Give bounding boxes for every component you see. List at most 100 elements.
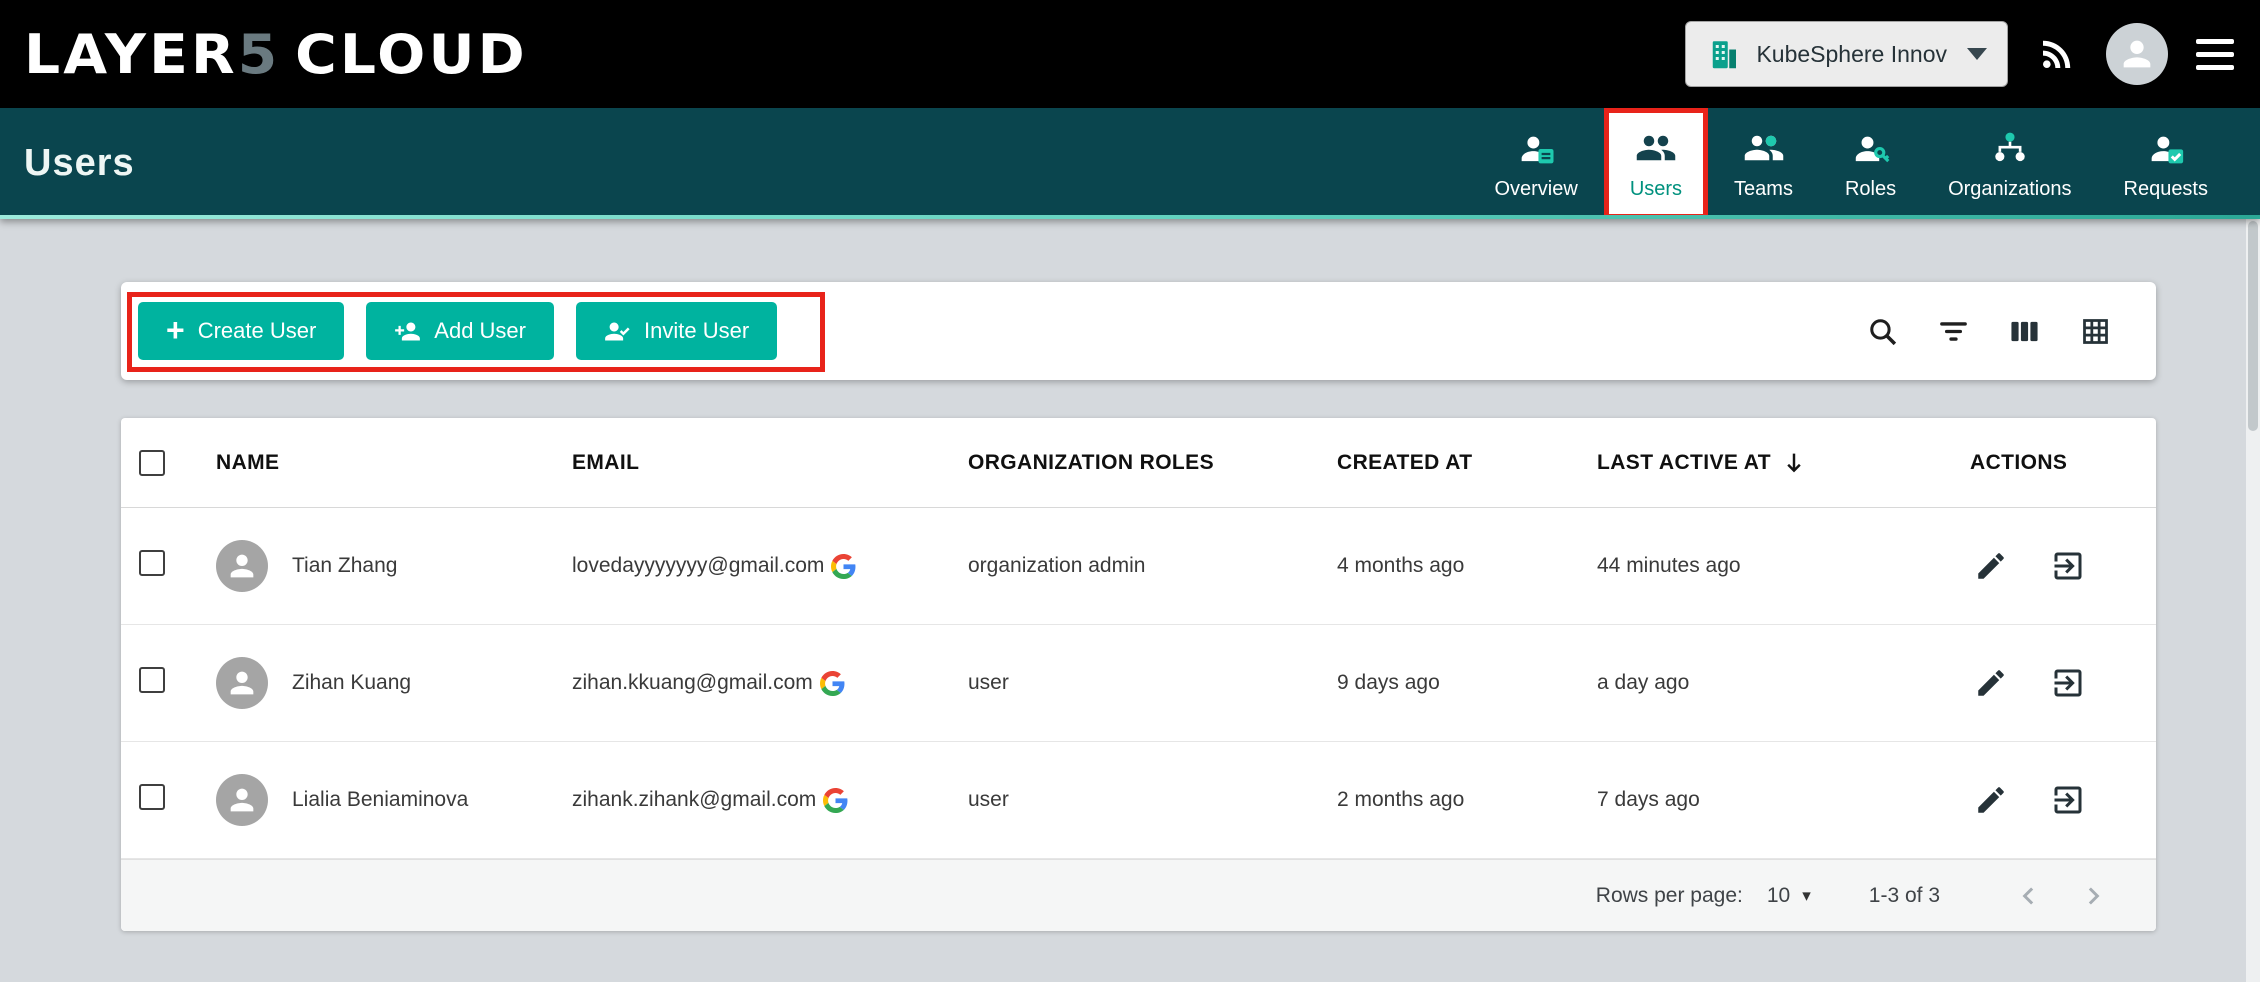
exit-icon [2050,782,2086,818]
nav-label: Teams [1734,178,1793,201]
chevron-right-icon [2078,881,2108,911]
header-name: NAME [216,451,572,475]
filter-icon [1937,315,1970,348]
invite-user-label: Invite User [644,318,749,344]
org-selector-label: KubeSphere Innov [1756,41,1947,68]
scrollbar-thumb[interactable] [2248,221,2258,431]
users-table: NAME EMAIL ORGANIZATION ROLES CREATED AT… [121,418,2156,931]
sort-desc-icon [1780,449,1808,477]
select-row-checkbox[interactable] [139,550,165,576]
rows-per-page-select[interactable]: Rows per page: 10 ▾ [1596,884,1811,908]
person-icon [225,666,259,700]
rows-per-page-value: 10 [1767,884,1790,908]
rss-feed-button[interactable] [2036,33,2078,75]
last-active-at: 7 days ago [1597,788,1956,812]
org-selector[interactable]: KubeSphere Innov [1685,21,2008,87]
grid-icon [2079,315,2112,348]
search-button[interactable] [1862,311,1903,352]
chevron-left-icon [2014,881,2044,911]
nav-label: Users [1630,178,1682,201]
caret-down-icon [1967,48,1987,60]
topbar-actions: KubeSphere Innov [1685,21,2234,87]
teams-icon [1740,127,1788,169]
person-icon [225,783,259,817]
rss-icon [2036,33,2078,75]
columns-icon [2008,315,2041,348]
nav-item-teams[interactable]: Teams [1708,108,1819,219]
prev-page-button[interactable] [2012,879,2046,913]
row-avatar [216,657,268,709]
add-user-button[interactable]: Add User [366,302,554,360]
nav-accent-line [0,215,2260,219]
table-row: Lialia Beniaminova zihank.zihank@gmail.c… [121,742,2156,859]
edit-user-button[interactable] [1970,662,2012,704]
table-tools [1862,311,2116,352]
select-row-checkbox[interactable] [139,667,165,693]
created-at: 2 months ago [1337,788,1597,812]
logo-text-layer: LAYER [24,23,238,86]
create-user-button[interactable]: + Create User [138,302,344,360]
invite-user-button[interactable]: Invite User [576,302,777,360]
edit-user-button[interactable] [1970,779,2012,821]
logo-text-5: 5 [238,23,281,86]
nav-label: Organizations [1948,178,2071,201]
create-user-label: Create User [198,318,317,344]
nav-item-organizations[interactable]: Organizations [1922,108,2097,219]
org-role: user [968,671,1337,695]
people-icon [1632,127,1680,169]
pencil-icon [1974,666,2008,700]
remove-user-button[interactable] [2046,661,2090,705]
add-user-label: Add User [434,318,526,344]
row-avatar [216,540,268,592]
person-check-icon [2142,127,2190,169]
person-badge-icon [1512,127,1560,169]
table-header-row: NAME EMAIL ORGANIZATION ROLES CREATED AT… [121,418,2156,508]
user-name: Tian Zhang [292,554,397,578]
pencil-icon [1974,549,2008,583]
user-avatar[interactable] [2106,23,2168,85]
user-name: Zihan Kuang [292,671,411,695]
building-icon [1706,36,1742,72]
nav-item-users[interactable]: Users [1604,108,1708,219]
org-tree-icon [1986,127,2034,169]
hamburger-menu-icon[interactable] [2196,39,2234,70]
google-icon [823,788,848,813]
logo-text-cloud: CLOUD [295,23,528,86]
grid-view-button[interactable] [2075,311,2116,352]
row-avatar [216,774,268,826]
main-content: + Create User Add User Invite User [0,219,2260,982]
google-icon [820,671,845,696]
table-pagination: Rows per page: 10 ▾ 1-3 of 3 [121,859,2156,931]
next-page-button[interactable] [2076,879,2110,913]
person-icon [225,549,259,583]
nav-items: Overview Users Teams Roles [1468,108,2234,219]
page-title: Users [24,142,135,185]
nav-item-overview[interactable]: Overview [1468,108,1603,219]
search-icon [1866,315,1899,348]
filter-button[interactable] [1933,311,1974,352]
org-role: user [968,788,1337,812]
pagination-range: 1-3 of 3 [1869,884,1940,908]
columns-view-button[interactable] [2004,311,2045,352]
select-all-checkbox[interactable] [139,450,165,476]
last-active-at: a day ago [1597,671,1956,695]
exit-icon [2050,665,2086,701]
nav-item-requests[interactable]: Requests [2098,108,2235,219]
person-key-icon [1847,127,1895,169]
remove-user-button[interactable] [2046,778,2090,822]
nav-item-roles[interactable]: Roles [1819,108,1922,219]
google-icon [831,554,856,579]
remove-user-button[interactable] [2046,544,2090,588]
user-email: lovedayyyyyyy@gmail.com [572,554,824,578]
last-active-at: 44 minutes ago [1597,554,1956,578]
header-last-active-at[interactable]: LAST ACTIVE AT [1597,449,1956,477]
rows-per-page-label: Rows per page: [1596,884,1743,908]
scrollbar[interactable] [2246,219,2260,982]
select-row-checkbox[interactable] [139,784,165,810]
pencil-icon [1974,783,2008,817]
user-email: zihan.kkuang@gmail.com [572,671,813,695]
header-created-at: CREATED AT [1337,451,1597,475]
edit-user-button[interactable] [1970,545,2012,587]
table-row: Zihan Kuang zihan.kkuang@gmail.com user … [121,625,2156,742]
created-at: 4 months ago [1337,554,1597,578]
